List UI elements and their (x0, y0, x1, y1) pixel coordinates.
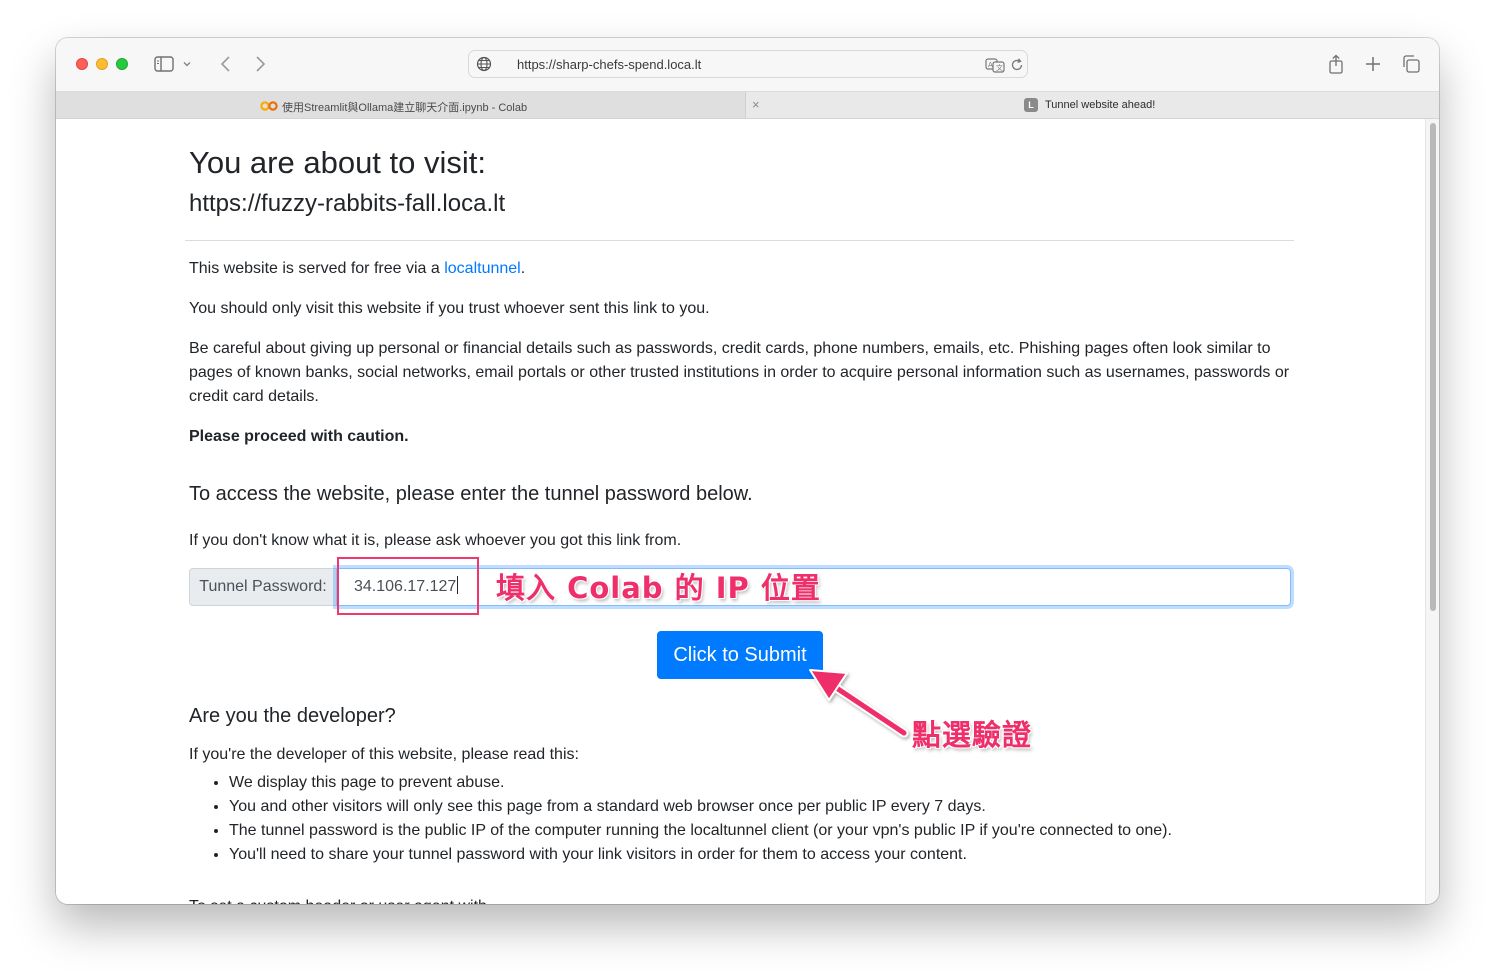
browser-toolbar: https://sharp-chefs-spend.loca.lt A文 (56, 38, 1439, 91)
new-tab-icon[interactable] (1361, 52, 1385, 76)
tab-bar: 使用Streamlit與Ollama建立聊天介面.ipynb - Colab ×… (56, 91, 1439, 119)
zoom-window-button[interactable] (116, 58, 128, 70)
tab-overview-icon[interactable] (1399, 52, 1423, 76)
list-item: We display this page to prevent abuse. (229, 771, 1172, 795)
colab-icon (260, 99, 278, 117)
list-item: The tunnel password is the public IP of … (229, 819, 1172, 843)
cutoff-paragraph: To set a custom header or user agent wit… (189, 895, 487, 904)
back-button[interactable] (214, 52, 238, 76)
translate-icon[interactable]: A文 (985, 57, 1005, 78)
developer-list: We display this page to prevent abuse. Y… (189, 771, 1172, 867)
minimize-window-button[interactable] (96, 58, 108, 70)
tab-tunnel-label: Tunnel website ahead! (1045, 99, 1156, 111)
l-favicon-icon: L (1024, 98, 1038, 112)
scrollbar-thumb[interactable] (1430, 123, 1436, 611)
forward-button[interactable] (248, 52, 272, 76)
address-bar[interactable]: https://sharp-chefs-spend.loca.lt A文 (468, 50, 1028, 78)
tab-colab-label: 使用Streamlit與Ollama建立聊天介面.ipynb - Colab (282, 102, 528, 114)
address-url[interactable]: https://sharp-chefs-spend.loca.lt (517, 57, 701, 72)
close-window-button[interactable] (76, 58, 88, 70)
developer-heading: Are you the developer? (189, 705, 396, 727)
list-item: You and other visitors will only see thi… (229, 795, 1172, 819)
chevron-down-icon[interactable] (180, 52, 194, 76)
browser-window: https://sharp-chefs-spend.loca.lt A文 使用S… (56, 38, 1439, 904)
annotation-button-note: 點選驗證 (912, 718, 1033, 752)
list-item: You'll need to share your tunnel passwor… (229, 843, 1172, 867)
sidebar-icon[interactable] (152, 52, 176, 76)
developer-paragraph: If you're the developer of this website,… (189, 746, 579, 763)
globe-icon (475, 55, 493, 78)
page-content: You are about to visit: https://fuzzy-ra… (56, 119, 1425, 904)
share-icon[interactable] (1324, 52, 1348, 76)
tab-colab[interactable]: 使用Streamlit與Ollama建立聊天介面.ipynb - Colab (56, 92, 746, 118)
svg-text:A: A (988, 61, 993, 69)
reload-icon[interactable] (1009, 57, 1025, 78)
svg-text:文: 文 (996, 63, 1003, 72)
tab-close-button[interactable]: × (752, 97, 760, 112)
vertical-scrollbar[interactable] (1425, 119, 1439, 904)
